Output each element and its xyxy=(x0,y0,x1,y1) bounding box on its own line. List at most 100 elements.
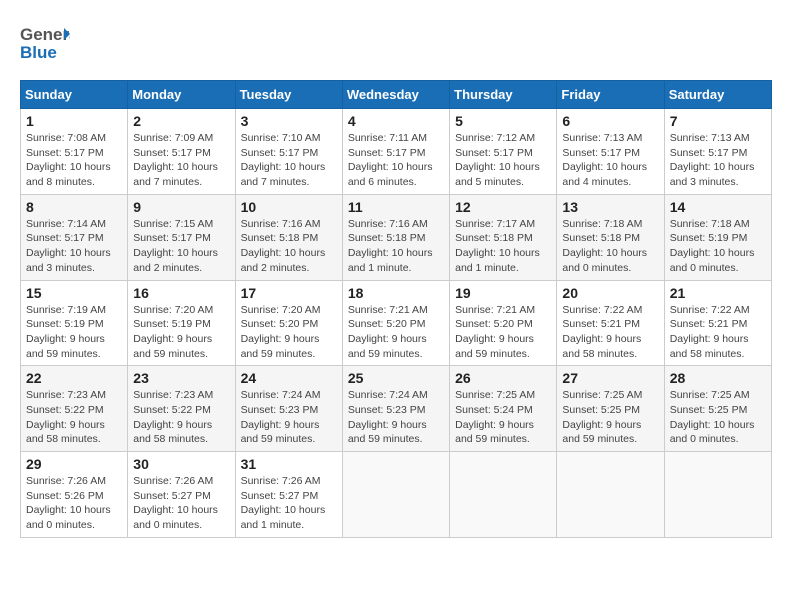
day-info: Sunrise: 7:22 AMSunset: 5:21 PMDaylight:… xyxy=(562,303,658,362)
day-info: Sunrise: 7:21 AMSunset: 5:20 PMDaylight:… xyxy=(455,303,551,362)
daylight: Daylight: 10 hours and 1 minute. xyxy=(241,504,326,531)
calendar-cell: 13Sunrise: 7:18 AMSunset: 5:18 PMDayligh… xyxy=(557,194,664,280)
sunset: Sunset: 5:18 PM xyxy=(455,232,533,244)
day-info: Sunrise: 7:13 AMSunset: 5:17 PMDaylight:… xyxy=(670,131,766,190)
svg-text:Blue: Blue xyxy=(20,43,57,62)
sunset: Sunset: 5:18 PM xyxy=(562,232,640,244)
sunrise: Sunrise: 7:08 AM xyxy=(26,132,106,144)
daylight: Daylight: 10 hours and 2 minutes. xyxy=(241,247,326,274)
day-number: 12 xyxy=(455,199,551,215)
sunset: Sunset: 5:26 PM xyxy=(26,490,104,502)
calendar-cell xyxy=(557,452,664,538)
day-number: 15 xyxy=(26,285,122,301)
header-day-monday: Monday xyxy=(128,81,235,109)
day-number: 4 xyxy=(348,113,444,129)
day-number: 17 xyxy=(241,285,337,301)
sunrise: Sunrise: 7:19 AM xyxy=(26,304,106,316)
sunset: Sunset: 5:25 PM xyxy=(670,404,748,416)
daylight: Daylight: 10 hours and 0 minutes. xyxy=(133,504,218,531)
sunrise: Sunrise: 7:23 AM xyxy=(26,389,106,401)
calendar-week-1: 1Sunrise: 7:08 AMSunset: 5:17 PMDaylight… xyxy=(21,109,772,195)
daylight: Daylight: 9 hours and 59 minutes. xyxy=(241,333,320,360)
day-info: Sunrise: 7:15 AMSunset: 5:17 PMDaylight:… xyxy=(133,217,229,276)
calendar-cell: 24Sunrise: 7:24 AMSunset: 5:23 PMDayligh… xyxy=(235,366,342,452)
daylight: Daylight: 9 hours and 59 minutes. xyxy=(348,333,427,360)
day-number: 21 xyxy=(670,285,766,301)
calendar-cell: 5Sunrise: 7:12 AMSunset: 5:17 PMDaylight… xyxy=(450,109,557,195)
svg-text:General: General xyxy=(20,25,70,44)
sunrise: Sunrise: 7:24 AM xyxy=(241,389,321,401)
day-info: Sunrise: 7:18 AMSunset: 5:18 PMDaylight:… xyxy=(562,217,658,276)
day-number: 28 xyxy=(670,370,766,386)
daylight: Daylight: 9 hours and 59 minutes. xyxy=(241,419,320,446)
daylight: Daylight: 10 hours and 5 minutes. xyxy=(455,161,540,188)
daylight: Daylight: 9 hours and 58 minutes. xyxy=(26,419,105,446)
calendar-cell: 7 Sunrise: 7:13 AMSunset: 5:17 PMDaylight… xyxy=(664,109,771,195)
sunrise: Sunrise: 7:26 AM xyxy=(241,475,321,487)
day-info: Sunrise: 7:26 AMSunset: 5:27 PMDaylight:… xyxy=(133,474,229,533)
daylight: Daylight: 9 hours and 59 minutes. xyxy=(455,333,534,360)
sunrise: Sunrise: 7:21 AM xyxy=(455,304,535,316)
calendar-week-4: 22Sunrise: 7:23 AMSunset: 5:22 PMDayligh… xyxy=(21,366,772,452)
sunset: Sunset: 5:17 PM xyxy=(133,147,211,159)
sunset: Sunset: 5:17 PM xyxy=(670,147,748,159)
logo-image: General Blue xyxy=(20,20,70,70)
calendar-cell: 31 Sunrise: 7:26 AMSunset: 5:27 PMDayligh… xyxy=(235,452,342,538)
sunset: Sunset: 5:24 PM xyxy=(455,404,533,416)
sunrise: Sunrise: 7:16 AM xyxy=(348,218,428,230)
calendar-cell: 23Sunrise: 7:23 AMSunset: 5:22 PMDayligh… xyxy=(128,366,235,452)
calendar-cell: 25Sunrise: 7:24 AMSunset: 5:23 PMDayligh… xyxy=(342,366,449,452)
sunrise: Sunrise: 7:11 AM xyxy=(348,132,427,144)
day-number: 27 xyxy=(562,370,658,386)
day-info: Sunrise: 7:23 AMSunset: 5:22 PMDaylight:… xyxy=(26,388,122,447)
header-day-saturday: Saturday xyxy=(664,81,771,109)
day-info: Sunrise: 7:21 AMSunset: 5:20 PMDaylight:… xyxy=(348,303,444,362)
day-info: Sunrise: 7:22 AM Sunset: 5:21 PM Daylight:… xyxy=(670,303,766,362)
calendar-cell: 12Sunrise: 7:17 AMSunset: 5:18 PMDayligh… xyxy=(450,194,557,280)
sunset: Sunset: 5:19 PM xyxy=(133,318,211,330)
calendar-cell: 29Sunrise: 7:26 AMSunset: 5:26 PMDayligh… xyxy=(21,452,128,538)
header-day-thursday: Thursday xyxy=(450,81,557,109)
daylight: Daylight: 10 hours and 0 minutes. xyxy=(670,419,755,446)
calendar-cell: 28 Sunrise: 7:25 AMSunset: 5:25 PMDayligh… xyxy=(664,366,771,452)
calendar-cell: 22Sunrise: 7:23 AMSunset: 5:22 PMDayligh… xyxy=(21,366,128,452)
daylight: Daylight: 9 hours and 58 minutes. xyxy=(562,333,641,360)
sunrise: Sunrise: 7:25 AM xyxy=(562,389,642,401)
day-info: Sunrise: 7:11 AMSunset: 5:17 PMDaylight:… xyxy=(348,131,444,190)
sunrise: Sunrise: 7:22 AM xyxy=(562,304,642,316)
sunset: Sunset: 5:19 PM xyxy=(670,232,748,244)
day-info: Sunrise: 7:09 AMSunset: 5:17 PMDaylight:… xyxy=(133,131,229,190)
sunrise: Sunrise: 7:26 AM xyxy=(26,475,106,487)
day-info: Sunrise: 7:26 AMSunset: 5:27 PMDaylight:… xyxy=(241,474,337,533)
calendar-cell: 10Sunrise: 7:16 AMSunset: 5:18 PMDayligh… xyxy=(235,194,342,280)
daylight: Daylight: 9 hours and 59 minutes. xyxy=(348,419,427,446)
day-number: 11 xyxy=(348,199,444,215)
daylight: Daylight: 10 hours and 4 minutes. xyxy=(562,161,647,188)
day-number: 16 xyxy=(133,285,229,301)
daylight: Daylight: 9 hours and 58 minutes. xyxy=(670,333,749,360)
daylight: Daylight: 10 hours and 2 minutes. xyxy=(133,247,218,274)
calendar-cell: 2Sunrise: 7:09 AMSunset: 5:17 PMDaylight… xyxy=(128,109,235,195)
sunrise: Sunrise: 7:10 AM xyxy=(241,132,321,144)
sunset: Sunset: 5:18 PM xyxy=(348,232,426,244)
calendar-cell: 19Sunrise: 7:21 AMSunset: 5:20 PMDayligh… xyxy=(450,280,557,366)
day-info: Sunrise: 7:25 AMSunset: 5:25 PMDaylight:… xyxy=(670,388,766,447)
sunrise: Sunrise: 7:16 AM xyxy=(241,218,321,230)
sunrise: Sunrise: 7:26 AM xyxy=(133,475,213,487)
sunrise: Sunrise: 7:09 AM xyxy=(133,132,213,144)
header-day-friday: Friday xyxy=(557,81,664,109)
calendar-cell: 16Sunrise: 7:20 AMSunset: 5:19 PMDayligh… xyxy=(128,280,235,366)
sunrise: Sunrise: 7:17 AM xyxy=(455,218,535,230)
sunrise: Sunrise: 7:22 AM xyxy=(670,304,750,316)
calendar-cell: 15Sunrise: 7:19 AMSunset: 5:19 PMDayligh… xyxy=(21,280,128,366)
sunset: Sunset: 5:21 PM xyxy=(670,318,748,330)
calendar-table: SundayMondayTuesdayWednesdayThursdayFrid… xyxy=(20,80,772,538)
sunset: Sunset: 5:17 PM xyxy=(133,232,211,244)
calendar-header-row: SundayMondayTuesdayWednesdayThursdayFrid… xyxy=(21,81,772,109)
daylight: Daylight: 10 hours and 6 minutes. xyxy=(348,161,433,188)
sunrise: Sunrise: 7:24 AM xyxy=(348,389,428,401)
day-number: 31 xyxy=(241,456,337,472)
daylight: Daylight: 10 hours and 0 minutes. xyxy=(670,247,755,274)
sunrise: Sunrise: 7:18 AM xyxy=(562,218,642,230)
day-number: 7 xyxy=(670,113,766,129)
